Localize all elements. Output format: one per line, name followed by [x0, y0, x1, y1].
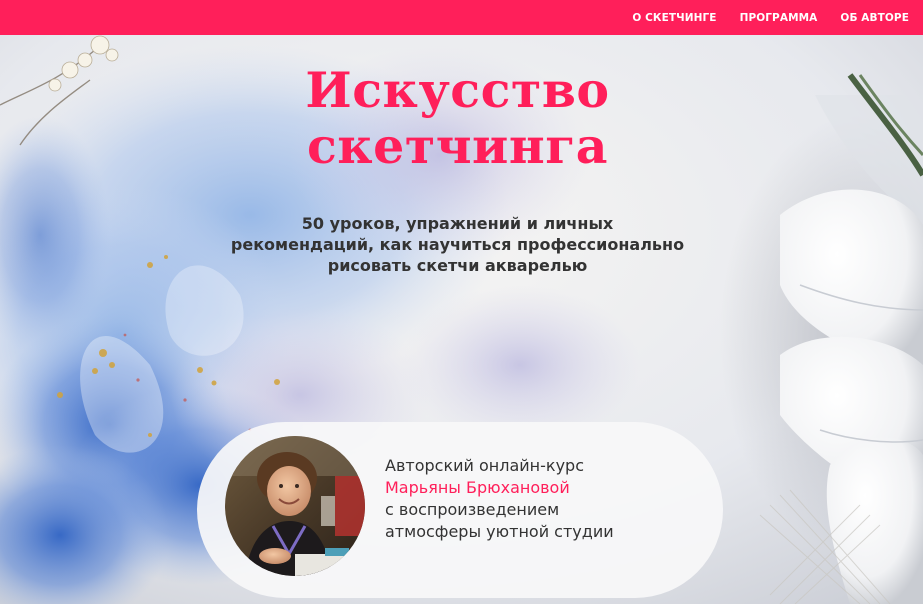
hero-title: Искусство скетчинга [0, 62, 915, 174]
author-line-4: атмосферы уютной студии [385, 522, 614, 541]
landing-page: О СКЕТЧИНГЕ ПРОГРАММА ОБ АВТОРЕ Искусств… [0, 0, 923, 604]
author-card: Авторский онлайн-курс Марьяны Брюхановой… [197, 422, 723, 598]
hero-subtitle: 50 уроков, упражнений и личных рекоменда… [0, 213, 915, 276]
hero-title-line-2: скетчинга [306, 117, 609, 175]
author-description: Авторский онлайн-курс Марьяны Брюхановой… [385, 455, 614, 543]
author-line-1: Авторский онлайн-курс [385, 456, 584, 475]
nav-link-about-author[interactable]: ОБ АВТОРЕ [840, 12, 909, 24]
hero-title-line-1: Искусство [305, 61, 610, 119]
top-navigation-bar: О СКЕТЧИНГЕ ПРОГРАММА ОБ АВТОРЕ [0, 0, 923, 35]
hero-subtitle-line-1: 50 уроков, упражнений и личных [301, 214, 614, 233]
hero-subtitle-line-3: рисовать скетчи акварелью [327, 256, 588, 275]
author-name: Марьяны Брюхановой [385, 478, 570, 497]
author-photo [225, 436, 365, 576]
nav-link-about-sketching[interactable]: О СКЕТЧИНГЕ [632, 12, 716, 24]
main-menu: О СКЕТЧИНГЕ ПРОГРАММА ОБ АВТОРЕ [609, 0, 909, 35]
hero-subtitle-line-2: рекомендаций, как научиться профессионал… [230, 235, 685, 254]
author-line-3: с воспроизведением [385, 500, 560, 519]
nav-link-program[interactable]: ПРОГРАММА [740, 12, 818, 24]
